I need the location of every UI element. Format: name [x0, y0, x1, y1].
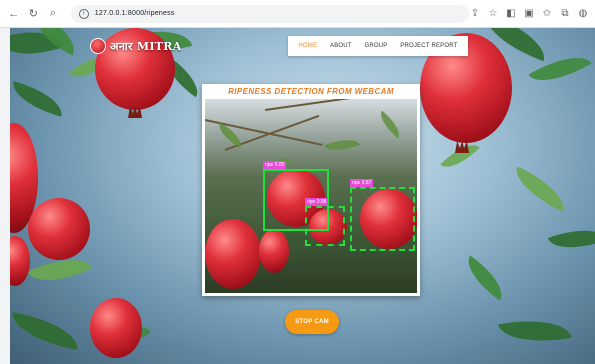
back-icon[interactable]: ←: [6, 6, 22, 22]
nav-about[interactable]: ABOUT: [330, 43, 352, 49]
info-icon[interactable]: i: [78, 8, 89, 19]
panel-title: RIPENESS DETECTION FROM WEBCAM: [228, 87, 394, 96]
detection-label-2: ripe 0.88: [305, 198, 329, 206]
pomegranate-logo-icon: [90, 38, 106, 54]
main-nav: HOME ABOUT GROUP PROJECT REPORT: [288, 36, 468, 56]
webcam-feed: ripe 0.85 ripe 0.88 ripe 0.87: [205, 99, 417, 293]
nav-group[interactable]: GROUP: [364, 43, 387, 49]
search-icon[interactable]: ⌕: [45, 6, 61, 22]
fruit-5: [259, 229, 289, 273]
nav-home[interactable]: HOME: [298, 43, 317, 49]
address-bar[interactable]: i 127.0.0.1:8000/ripeness: [70, 4, 469, 23]
fruit-4: [205, 219, 261, 289]
detection-label-3: ripe 0.87: [350, 179, 374, 187]
nav-project-report[interactable]: PROJECT REPORT: [400, 43, 457, 49]
star-icon[interactable]: ☆: [487, 8, 499, 20]
browser-toolbar: ← ↻ ⌕ i 127.0.0.1:8000/ripeness ⇪ ☆ ◧ ▣ …: [0, 0, 595, 28]
browser-actions: ⇪ ☆ ◧ ▣ ✩ ⧉ ◍: [469, 8, 589, 20]
page-viewport: अनार MITRA HOME ABOUT GROUP PROJECT REPO…: [10, 28, 595, 364]
collections-icon[interactable]: ⧉: [559, 8, 571, 20]
stop-cam-button[interactable]: STOP CAM: [285, 310, 339, 334]
favorites-icon[interactable]: ✩: [541, 8, 553, 20]
site-logo[interactable]: अनार MITRA: [90, 38, 182, 54]
url-text: 127.0.0.1:8000/ripeness: [94, 10, 175, 17]
detection-panel: RIPENESS DETECTION FROM WEBCAM ripe 0.85…: [202, 84, 420, 296]
extension-icon[interactable]: ◧: [505, 8, 517, 20]
profile-icon[interactable]: ◍: [577, 8, 589, 20]
reload-icon[interactable]: ↻: [26, 6, 42, 22]
detection-label-1: ripe 0.85: [263, 161, 287, 169]
bounding-box-3: [350, 187, 415, 251]
reader-icon[interactable]: ▣: [523, 8, 535, 20]
bounding-box-2: [305, 206, 345, 246]
share-icon[interactable]: ⇪: [469, 8, 481, 20]
brand-name: अनार MITRA: [110, 39, 182, 53]
